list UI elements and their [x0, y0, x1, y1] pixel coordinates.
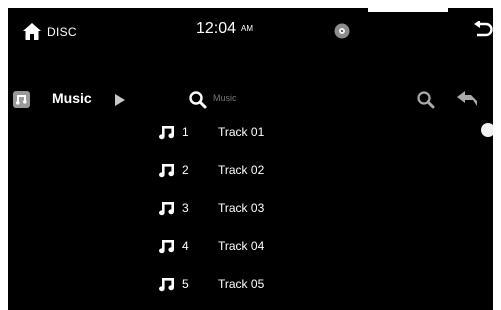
music-note-icon: [159, 240, 174, 254]
search-icon[interactable]: [188, 90, 208, 110]
track-title: Track 04: [218, 239, 265, 253]
header-bar: DISC 12:04 AM: [8, 8, 493, 46]
disc-icon: [334, 23, 350, 39]
search-input[interactable]: Music: [213, 93, 237, 103]
play-arrow-icon[interactable]: [115, 94, 125, 106]
music-note-icon: [16, 95, 27, 105]
clock-time: 12:04: [196, 20, 237, 37]
track-number: 1: [182, 125, 189, 139]
music-note-icon: [159, 126, 174, 140]
track-number: 5: [182, 277, 189, 291]
search-button-icon[interactable]: [416, 90, 436, 110]
category-icon-box[interactable]: [13, 91, 30, 108]
clock: 12:04 AM: [196, 20, 253, 38]
home-icon[interactable]: [23, 23, 41, 40]
category-label[interactable]: Music: [52, 90, 92, 106]
screen: DISC 12:04 AM Music Music 1 Track 01 2 T…: [8, 8, 493, 310]
track-title: Track 03: [218, 201, 265, 215]
music-note-icon: [159, 164, 174, 178]
track-title: Track 01: [218, 125, 265, 139]
track-row[interactable]: 5 Track 05: [8, 265, 478, 303]
track-number: 3: [182, 201, 189, 215]
source-label: DISC: [47, 25, 77, 39]
clock-ampm: AM: [241, 24, 254, 34]
music-note-icon: [159, 202, 174, 216]
track-number: 2: [182, 163, 189, 177]
track-row[interactable]: 1 Track 01: [8, 113, 478, 151]
track-row[interactable]: 3 Track 03: [8, 189, 478, 227]
track-title: Track 02: [218, 163, 265, 177]
track-number: 4: [182, 239, 189, 253]
back-icon[interactable]: [473, 21, 493, 41]
return-arrow-icon[interactable]: [457, 90, 479, 108]
music-note-icon: [159, 278, 174, 292]
track-title: Track 05: [218, 277, 265, 291]
scrollbar-thumb[interactable]: [481, 123, 493, 137]
header-strip: [368, 8, 448, 12]
track-row[interactable]: 4 Track 04: [8, 227, 478, 265]
track-row[interactable]: 2 Track 02: [8, 151, 478, 189]
